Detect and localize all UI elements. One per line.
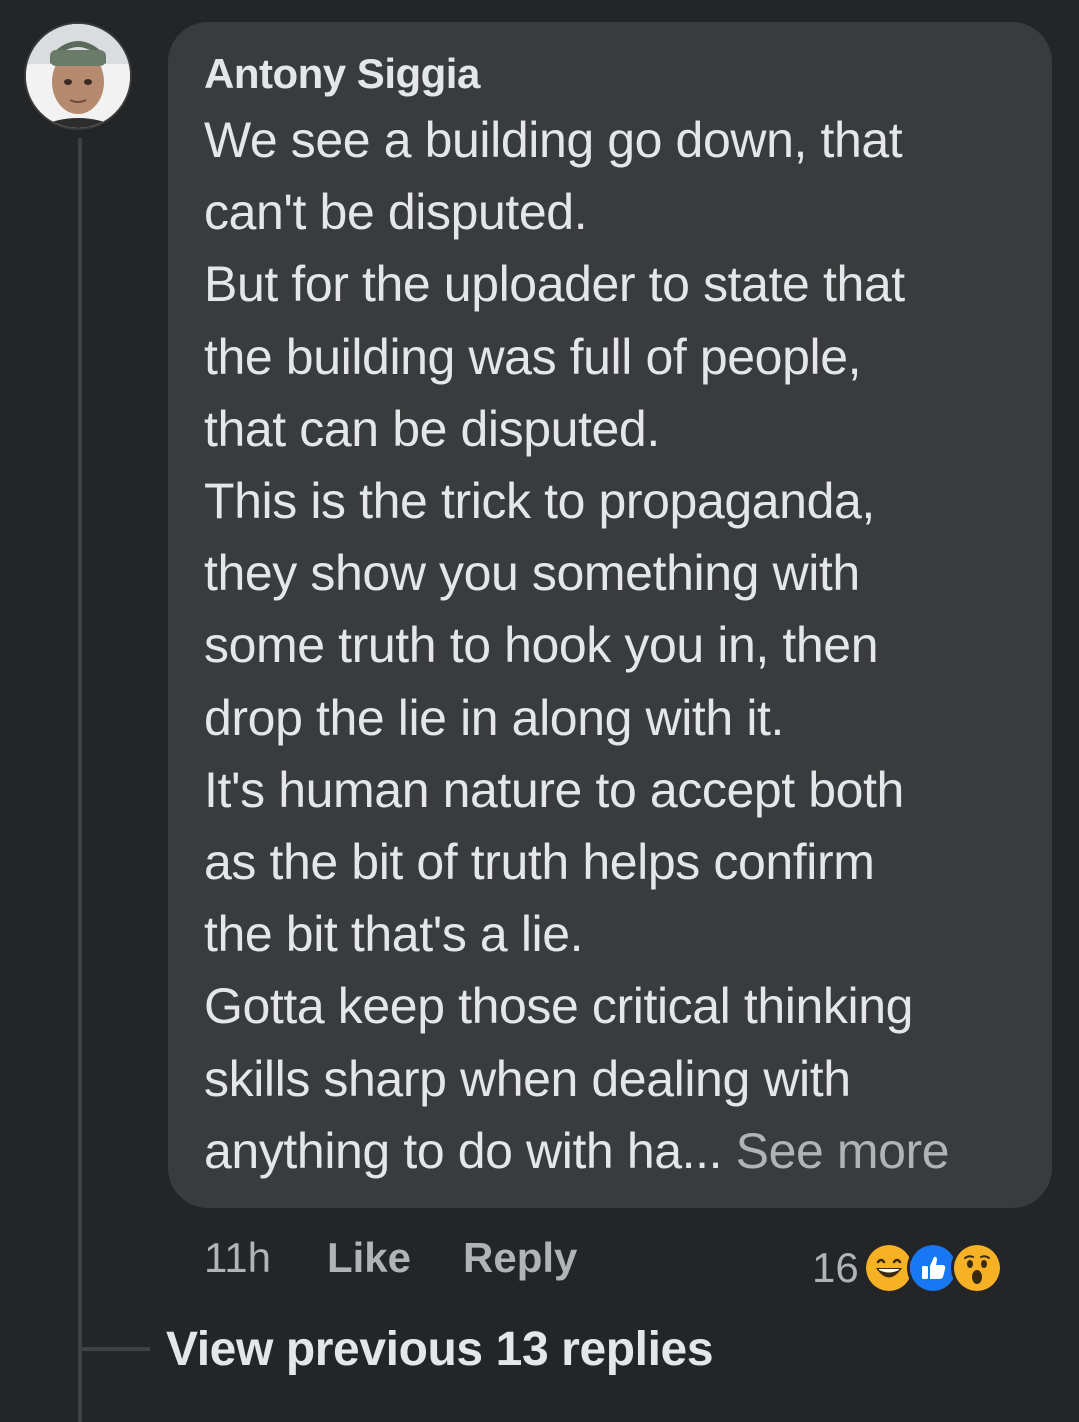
user-avatar-icon (26, 24, 130, 128)
reaction-count: 16 (812, 1244, 859, 1291)
comment-line: can't be disputed. (204, 184, 588, 241)
see-more-link[interactable]: See more (722, 1123, 950, 1179)
comment-line: the building was full of people, (204, 328, 862, 385)
wow-icon (950, 1242, 1003, 1294)
comment-last-line: anything to do with ha... See more (204, 1115, 1044, 1187)
comment-line: as the bit of truth helps confirm (204, 834, 875, 891)
reply-button[interactable]: Reply (463, 1234, 577, 1282)
comment-author-name[interactable]: Antony Siggia (204, 50, 480, 98)
comment-line-truncated: anything to do with ha... (204, 1122, 723, 1179)
reactions-summary[interactable]: 16 (812, 1240, 1003, 1296)
avatar[interactable] (24, 22, 132, 130)
like-button[interactable]: Like (327, 1234, 411, 1282)
comment-line: Gotta keep those critical thinking (204, 978, 914, 1035)
thread-branch-line (82, 1347, 150, 1351)
comment-text: We see a building go down, that can't be… (204, 104, 1044, 1187)
comment-line: the bit that's a lie. (204, 906, 584, 963)
thread-connector-line (78, 138, 82, 1422)
comment-actions: 11h Like Reply (204, 1228, 577, 1288)
comment-line: that can be disputed. (204, 400, 660, 457)
view-previous-replies-link[interactable]: View previous 13 replies (166, 1322, 714, 1377)
comment-line: It's human nature to accept both (204, 761, 904, 818)
comment-line: This is the trick to propaganda, (204, 473, 875, 530)
comment-timestamp[interactable]: 11h (204, 1234, 271, 1282)
comment-line: But for the uploader to state that (204, 256, 905, 313)
comment-line: We see a building go down, that (204, 112, 903, 168)
comment-line: skills sharp when dealing with (204, 1050, 851, 1107)
comment-line: some truth to hook you in, then (204, 617, 879, 674)
comment-line: they show you something with (204, 545, 860, 602)
comment-line: drop the lie in along with it. (204, 689, 785, 746)
